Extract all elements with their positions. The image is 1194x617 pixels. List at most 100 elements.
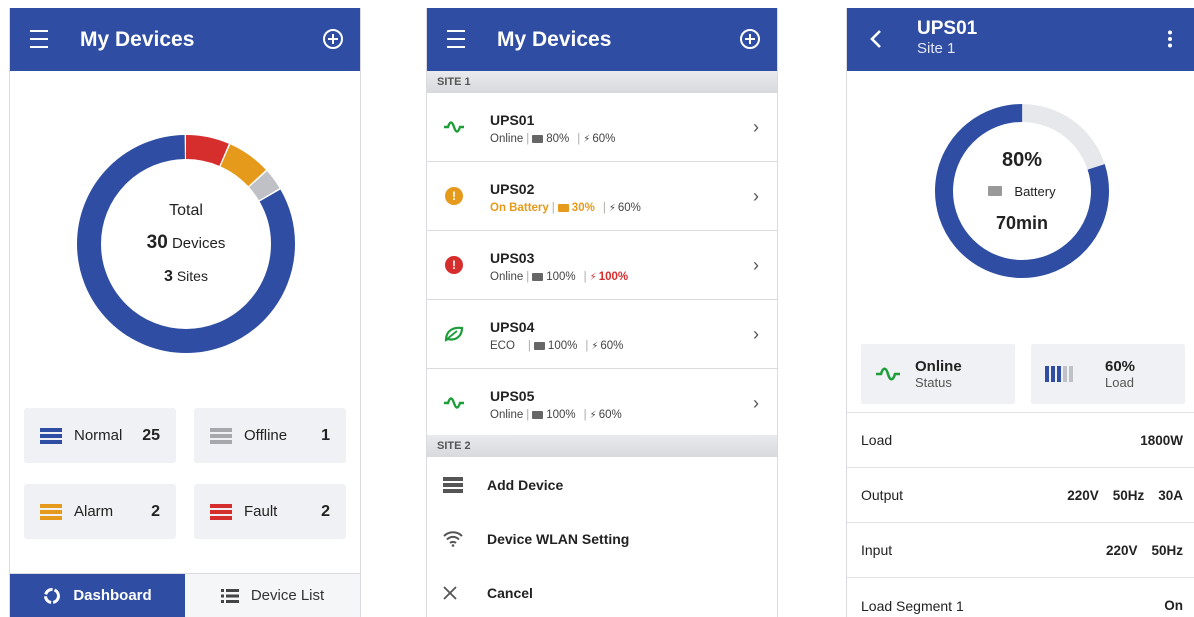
status-text: Online Status (915, 358, 962, 390)
server-icon (210, 427, 232, 444)
eco-leaf-icon (443, 323, 465, 345)
device-battery: 80% (546, 133, 570, 145)
battery-icon (988, 186, 1003, 196)
device-load: 60% (598, 409, 622, 421)
plus-circle-icon (740, 29, 760, 49)
battery-icon (557, 204, 569, 212)
server-icon (40, 503, 62, 520)
site-header: SITE 2 (427, 435, 777, 457)
fault-count: 2 (321, 502, 330, 520)
page-title: My Devices (497, 28, 612, 51)
add-device-action[interactable]: Add Device (427, 458, 777, 512)
fault-icon: ! (443, 254, 465, 276)
app-bar: UPS01 Site 1 (847, 8, 1194, 71)
device-name: UPS02 (490, 181, 535, 197)
device-row-ups04[interactable]: UPS04 ECO | 100% | ⚡ 60% › (427, 300, 777, 369)
device-title-block: UPS01 Site 1 (917, 18, 977, 57)
param-label: Load (861, 432, 893, 448)
tab-device-list[interactable]: Device List (185, 574, 360, 617)
load-bars-icon (1045, 364, 1105, 384)
device-status: Online (490, 409, 524, 421)
battery-icon (532, 411, 544, 419)
normal-card[interactable]: Normal 25 (24, 408, 176, 463)
device-load: 60% (600, 340, 624, 352)
app-bar: My Devices (427, 8, 777, 71)
device-battery: 30% (571, 202, 595, 214)
sites-label: Sites (176, 268, 208, 284)
battery-runtime: 70min (995, 212, 1049, 233)
device-row-ups05[interactable]: UPS05 Online | 100% | ⚡ 60% › (427, 369, 777, 438)
param-label: Load Segment 1 (861, 597, 964, 614)
offline-label: Offline (244, 427, 288, 444)
cancel-action[interactable]: Cancel (427, 566, 777, 617)
device-row-ups03[interactable]: ! UPS03 Online | 100% | ⚡ 100% › (427, 231, 777, 300)
load-value: 60% (1105, 358, 1136, 375)
load-icon: ⚡ (591, 341, 599, 352)
server-icon (40, 427, 62, 444)
param-values: 1800W (1126, 433, 1183, 448)
device-details: On Battery | 30% | ⚡ 60% (490, 202, 641, 214)
battery-icon (532, 135, 544, 143)
chevron-right-icon: › (753, 117, 759, 137)
tab-dashboard-label: Dashboard (73, 587, 152, 604)
device-battery: 100% (547, 340, 578, 352)
tab-dashboard[interactable]: Dashboard (10, 574, 185, 617)
status-value: Online (915, 358, 962, 375)
device-row-ups01[interactable]: UPS01 Online | 80% | ⚡ 60% › (427, 93, 777, 162)
device-load: 60% (592, 133, 616, 145)
more-options-button[interactable] (1155, 24, 1185, 54)
dashboard-screen: My Devices Total 30 Devices 3 Sites Norm… (9, 8, 361, 617)
device-detail-screen: UPS01 Site 1 80% Battery 70min Online St… (846, 8, 1194, 617)
device-row-ups02[interactable]: ! UPS02 On Battery | 30% | ⚡ 60% › (427, 162, 777, 231)
load-tile: 60% Load (1031, 344, 1185, 404)
online-wave-icon (875, 366, 915, 382)
battery-icon (532, 273, 544, 281)
sites-total: 3 Sites (164, 268, 208, 286)
device-name: UPS01 (490, 112, 535, 128)
dashboard-icon (43, 587, 61, 605)
device-status: Online (490, 133, 524, 145)
menu-icon[interactable] (441, 24, 471, 54)
alarm-card[interactable]: Alarm 2 (24, 484, 176, 539)
param-value: 1800W (1140, 432, 1183, 448)
alarm-count: 2 (151, 502, 160, 520)
app-bar: My Devices (10, 8, 360, 71)
fault-label: Fault (244, 503, 278, 520)
device-status: ECO (490, 340, 515, 352)
online-wave-icon (443, 116, 465, 138)
menu-icon[interactable] (24, 24, 54, 54)
fault-card[interactable]: Fault 2 (194, 484, 346, 539)
param-value: On (1164, 598, 1183, 613)
device-name: UPS05 (490, 388, 535, 404)
param-values: On (1150, 598, 1183, 613)
tab-device-list-label: Device List (250, 587, 325, 604)
devices-count: 30 (146, 232, 168, 253)
add-device-button[interactable] (735, 24, 765, 54)
gauge-readout: 80% Battery 70min (933, 102, 1111, 280)
param-value: 50Hz (1151, 542, 1183, 558)
add-device-button[interactable] (318, 24, 348, 54)
device-list-screen: My Devices SITE 1 UPS01 Online | 80% | ⚡ 60% … (426, 8, 778, 617)
list-icon (220, 588, 239, 603)
server-icon (427, 477, 487, 493)
page-title: UPS01 (917, 18, 978, 39)
wlan-setting-action[interactable]: Device WLAN Setting (427, 512, 777, 566)
chevron-right-icon: › (753, 393, 759, 413)
close-icon (427, 586, 487, 600)
load-icon: ⚡ (589, 272, 597, 283)
chevron-right-icon: › (753, 186, 759, 206)
add-device-label: Add Device (487, 477, 564, 493)
device-load: 60% (617, 202, 641, 214)
back-button[interactable] (861, 24, 891, 54)
battery-gauge: 80% Battery 70min (933, 102, 1111, 280)
device-donut-chart: Total 30 Devices 3 Sites (74, 132, 298, 356)
status-label: Status (915, 375, 952, 390)
devices-total: 30 Devices (147, 232, 226, 254)
device-name: UPS03 (490, 250, 535, 266)
device-details: Online | 100% | ⚡ 100% (490, 271, 629, 283)
chevron-left-icon (870, 30, 881, 48)
device-name: UPS04 (490, 319, 535, 335)
offline-card[interactable]: Offline 1 (194, 408, 346, 463)
device-status: Online (490, 271, 524, 283)
device-load: 100% (598, 271, 629, 283)
